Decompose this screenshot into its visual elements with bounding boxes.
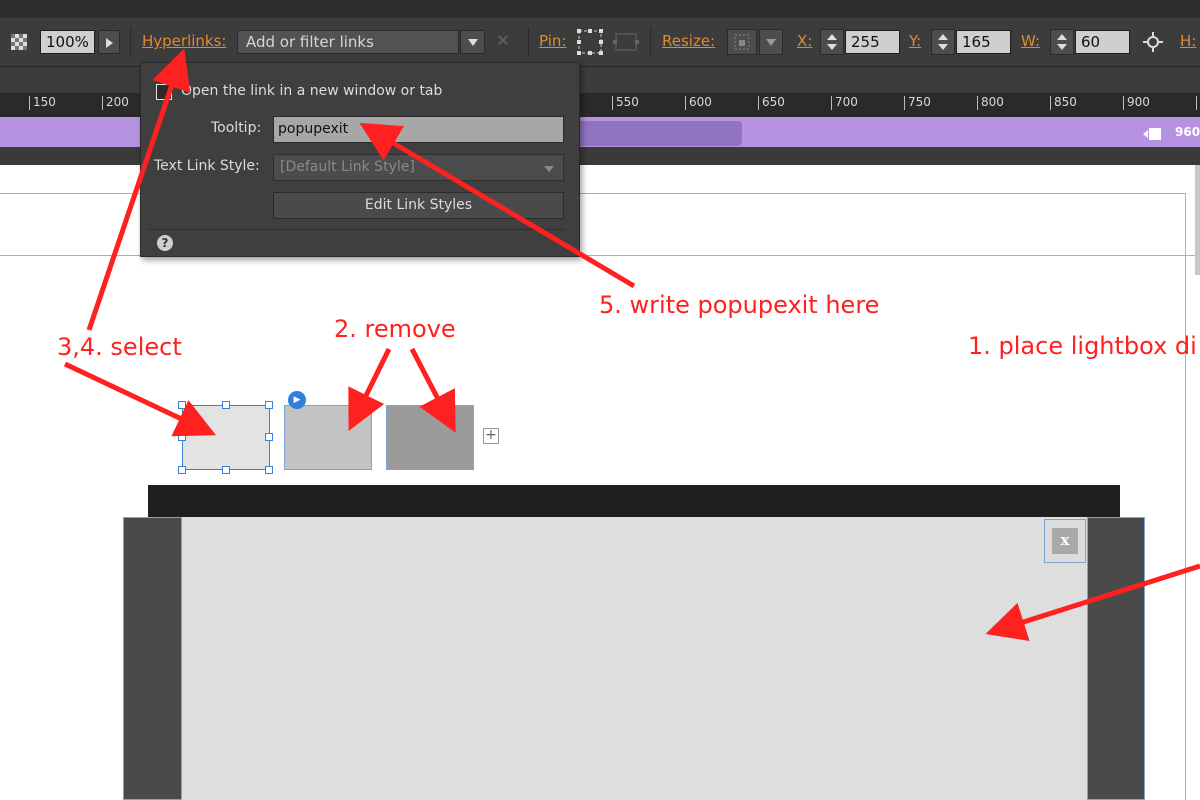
stepper-arrows-icon xyxy=(938,34,948,50)
y-label: Y: xyxy=(909,32,922,50)
chevron-down-icon xyxy=(467,39,478,46)
resize-dropdown-button[interactable] xyxy=(759,29,783,55)
tooltip-input[interactable]: popupexit xyxy=(273,116,564,143)
arrow-right-icon xyxy=(106,38,113,48)
stepper-arrows-icon xyxy=(827,34,837,50)
y-stepper[interactable] xyxy=(931,29,955,55)
page-width-label: 960 xyxy=(1175,125,1200,139)
resize-label[interactable]: Resize: xyxy=(662,32,715,50)
hyperlink-options-popup: Open the link in a new window or tab Too… xyxy=(140,62,580,257)
text-link-style-value: [Default Link Style] xyxy=(280,159,415,175)
selection-handle[interactable] xyxy=(222,401,230,409)
ruler-tick: 150 xyxy=(29,96,56,110)
selection-handle[interactable] xyxy=(265,466,273,474)
selection-handle[interactable] xyxy=(178,466,186,474)
annotation-step2: 2. remove xyxy=(334,315,456,343)
ruler-tick: 850 xyxy=(1050,96,1077,110)
selection-handle[interactable] xyxy=(178,401,186,409)
lightbox-thumbnail[interactable] xyxy=(386,405,474,470)
zoom-field[interactable]: 100% xyxy=(40,30,95,54)
close-icon: x xyxy=(1052,528,1078,554)
chevron-down-icon xyxy=(544,166,554,172)
x-input[interactable]: 255 xyxy=(845,30,900,54)
annotation-step1: 1. place lightbox di xyxy=(968,332,1197,360)
text-link-style-label: Text Link Style: xyxy=(154,158,260,174)
add-slide-icon[interactable]: + xyxy=(483,428,499,444)
edit-link-styles-button[interactable]: Edit Link Styles xyxy=(273,192,564,219)
breakpoint-range[interactable] xyxy=(580,121,742,146)
clear-link-icon[interactable]: ✕ xyxy=(495,33,511,49)
x-label: X: xyxy=(797,32,813,50)
w-label: W: xyxy=(1021,32,1041,50)
x-stepper[interactable] xyxy=(820,29,844,55)
lock-proportions-icon[interactable] xyxy=(1141,31,1165,53)
popup-divider xyxy=(149,229,565,230)
selection-handle[interactable] xyxy=(222,466,230,474)
ruler-tick: 700 xyxy=(831,96,858,110)
divider xyxy=(130,27,131,57)
new-window-label[interactable]: Open the link in a new window or tab xyxy=(181,83,442,99)
pin-disabled-icon[interactable] xyxy=(612,30,640,54)
divider xyxy=(650,27,651,57)
new-window-checkbox[interactable] xyxy=(156,84,172,100)
stepper-arrows-icon xyxy=(1057,34,1067,50)
w-stepper[interactable] xyxy=(1050,29,1074,55)
chevron-down-icon xyxy=(766,39,776,46)
lightbox-thumbnail[interactable] xyxy=(284,405,372,470)
text-link-style-select[interactable]: [Default Link Style] xyxy=(273,154,564,181)
lock-icon xyxy=(734,34,750,50)
ruler-tick: 200 xyxy=(102,96,129,110)
lightbox-top-bar[interactable] xyxy=(148,485,1120,518)
lightbox-content[interactable] xyxy=(181,517,1088,800)
divider xyxy=(528,27,529,57)
tooltip-label: Tooltip: xyxy=(211,120,262,136)
ruler-tick: 600 xyxy=(685,96,712,110)
annotation-step5: 5. write popupexit here xyxy=(599,291,880,319)
hyperlinks-label[interactable]: Hyperlinks: xyxy=(142,32,226,50)
link-dropdown-button[interactable] xyxy=(460,30,485,54)
selection-handle[interactable] xyxy=(265,433,273,441)
resize-mode-button[interactable] xyxy=(727,29,757,55)
ruler-tick: 900 xyxy=(1123,96,1150,110)
lightbox-thumbnail-selected[interactable] xyxy=(182,405,270,470)
title-strip xyxy=(0,0,1200,18)
selection-handle[interactable] xyxy=(265,401,273,409)
annotation-step34: 3,4. select xyxy=(57,333,182,361)
help-icon[interactable]: ? xyxy=(157,235,173,251)
pin-label[interactable]: Pin: xyxy=(539,32,566,50)
ruler-tick: 550 xyxy=(612,96,639,110)
breakpoint-marker-icon[interactable] xyxy=(1143,126,1171,140)
selection-handle[interactable] xyxy=(178,433,186,441)
page-guide xyxy=(1185,193,1186,800)
ruler-tick: 800 xyxy=(977,96,1004,110)
zoom-step-button[interactable] xyxy=(98,30,120,54)
lightbox-close-button[interactable]: x xyxy=(1044,519,1086,563)
link-filter-input[interactable]: Add or filter links xyxy=(237,30,459,54)
ruler-tick xyxy=(1196,96,1200,110)
w-input[interactable]: 60 xyxy=(1075,30,1130,54)
h-label: H: xyxy=(1180,32,1197,50)
scrollbar[interactable] xyxy=(1195,165,1200,275)
transparency-icon[interactable] xyxy=(11,34,27,50)
ruler-tick: 650 xyxy=(758,96,785,110)
y-input[interactable]: 165 xyxy=(956,30,1011,54)
ruler-tick: 750 xyxy=(904,96,931,110)
pin-grid-icon[interactable] xyxy=(576,28,604,56)
play-icon[interactable]: ▶ xyxy=(288,391,306,409)
